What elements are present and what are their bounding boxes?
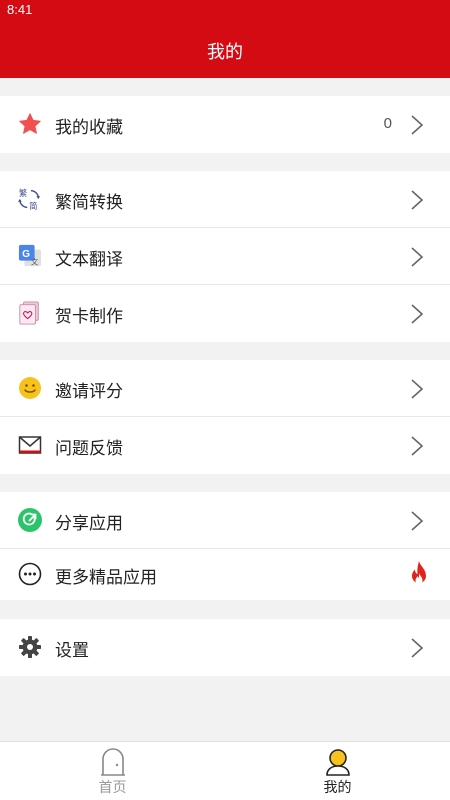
- tab-label: 我的: [323, 780, 352, 796]
- menu-item-label: 问题反馈: [55, 439, 123, 459]
- smiley-icon: [18, 376, 42, 400]
- flame-icon: [412, 561, 426, 584]
- chevron-right-icon: [411, 190, 424, 210]
- favorites-count: 0: [383, 115, 392, 132]
- chevron-right-icon: [411, 436, 424, 456]
- page-title: 我的: [207, 42, 243, 63]
- menu-item-label: 邀请评分: [55, 382, 123, 402]
- menu-item-convert[interactable]: 繁 简 繁简转换: [0, 171, 450, 228]
- share-icon: [18, 508, 42, 532]
- menu-item-feedback[interactable]: 问题反馈: [0, 417, 450, 474]
- menu-item-label: 贺卡制作: [55, 307, 123, 327]
- convert-icon-text-top: 繁: [19, 188, 28, 198]
- tools-group: 繁 简 繁简转换 G 文 文本翻译 贺卡制作: [0, 171, 450, 342]
- mail-icon: [18, 433, 42, 457]
- apps-group: 分享应用 更多精品应用: [0, 492, 450, 600]
- convert-icon-text-bottom: 简: [29, 201, 37, 211]
- chevron-right-icon: [411, 379, 424, 399]
- settings-group: 设置: [0, 619, 450, 676]
- top-app-bar: 8:41 我的: [0, 0, 450, 78]
- favorites-group: 我的收藏 0: [0, 96, 450, 153]
- home-icon: [101, 748, 125, 776]
- menu-item-label: 更多精品应用: [55, 568, 157, 588]
- more-icon: [18, 562, 42, 586]
- chevron-right-icon: [411, 511, 424, 531]
- status-time: 8:41: [7, 2, 33, 17]
- menu-item-greeting-card[interactable]: 贺卡制作: [0, 285, 450, 342]
- menu-item-settings[interactable]: 设置: [0, 619, 450, 676]
- gear-icon: [18, 635, 42, 659]
- chevron-right-icon: [411, 638, 424, 658]
- chevron-right-icon: [411, 115, 424, 135]
- menu-item-label: 设置: [55, 641, 89, 661]
- profile-icon: [326, 749, 350, 776]
- menu-item-label: 繁简转换: [55, 193, 123, 213]
- chevron-right-icon: [411, 247, 424, 267]
- tab-profile[interactable]: 我的: [225, 742, 450, 800]
- chevron-right-icon: [411, 304, 424, 324]
- menu-item-label: 我的收藏: [55, 118, 123, 138]
- menu-item-label: 分享应用: [55, 514, 123, 534]
- menu-item-label: 文本翻译: [55, 250, 123, 270]
- menu-item-rate[interactable]: 邀请评分: [0, 360, 450, 417]
- translate-icon-text-right: 文: [31, 257, 39, 266]
- translate-icon: G 文: [18, 244, 42, 268]
- star-icon: [18, 112, 42, 136]
- menu-item-translate[interactable]: G 文 文本翻译: [0, 228, 450, 285]
- bottom-tab-bar: 首页 我的: [0, 741, 450, 800]
- translate-icon-text-left: G: [22, 249, 30, 260]
- menu-item-favorites[interactable]: 我的收藏 0: [0, 96, 450, 153]
- tab-home[interactable]: 首页: [0, 742, 225, 800]
- convert-icon: 繁 简: [18, 187, 42, 211]
- feedback-group: 邀请评分 问题反馈: [0, 360, 450, 474]
- card-icon: [18, 301, 42, 325]
- menu-item-share[interactable]: 分享应用: [0, 492, 450, 549]
- menu-item-more-apps[interactable]: 更多精品应用: [0, 549, 450, 600]
- tab-label: 首页: [98, 780, 127, 796]
